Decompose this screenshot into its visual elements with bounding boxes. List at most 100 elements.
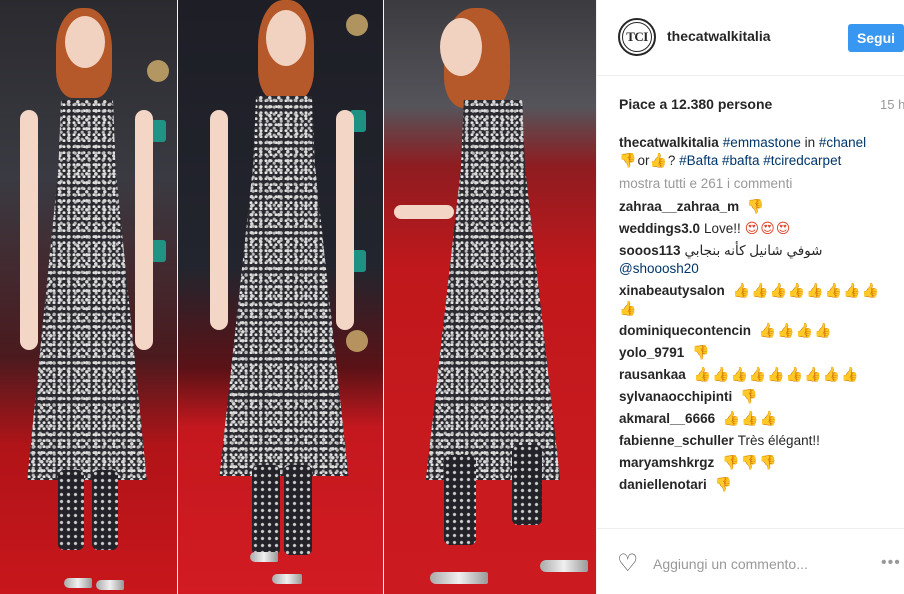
comment-username[interactable]: rausankaa (619, 367, 686, 382)
hashtag-link[interactable]: #chanel (819, 135, 866, 150)
thumbs-up-icon: 👍 (787, 282, 806, 298)
thumbs-up-icon: 👍 (822, 366, 841, 382)
header-username[interactable]: thecatwalkitalia (667, 28, 771, 44)
comment-item: sylvanaocchipinti 👎 (619, 388, 904, 406)
comment-username[interactable]: zahraa__zahraa_m (619, 199, 739, 214)
thumbs-up-icon: 👍 (767, 366, 785, 382)
hashtag-link[interactable]: #Bafta (679, 153, 718, 168)
comment-text: Love!! (704, 221, 741, 236)
comment-item: weddings3.0 Love!! 😍😍😍 (619, 220, 904, 238)
shoe (430, 572, 488, 584)
thumbs-up-icon: 👍 (758, 322, 777, 338)
comment-username[interactable]: daniellenotari (619, 477, 707, 492)
heart-eyes-icon: 😍 (760, 220, 775, 236)
shoe (96, 580, 124, 590)
dress (27, 100, 147, 480)
thumbs-down-icon: 👎 (740, 454, 758, 470)
comment-input[interactable] (653, 552, 863, 576)
thumbs-down-icon: 👎 (722, 454, 740, 470)
comment-text: شوفي شانيل كأنه بنجابي (684, 243, 823, 258)
comment-username[interactable]: dominiquecontencin (619, 323, 751, 338)
face (266, 10, 306, 66)
thumbs-down-icon: 👎 (692, 344, 710, 360)
comment-username[interactable]: maryamshkrgz (619, 455, 714, 470)
thumbs-up-icon: 👍 (843, 282, 861, 298)
thumbs-up-icon: 👍 (785, 366, 804, 382)
comment-item: yolo_9791 👎 (619, 344, 904, 362)
face (65, 16, 105, 68)
comment-username[interactable]: sylvanaocchipinti (619, 389, 732, 404)
comment-username[interactable]: weddings3.0 (619, 221, 700, 236)
more-options-icon[interactable]: ••• (881, 555, 901, 571)
thumbs-up-icon: 👍 (712, 366, 730, 382)
avatar[interactable]: TCI (618, 18, 656, 56)
hashtag-link[interactable]: #tciredcarpet (763, 153, 841, 168)
post-timestamp[interactable]: 15 h (880, 97, 904, 112)
thumbs-up-icon: 👍 (748, 366, 767, 382)
comment-username[interactable]: yolo_9791 (619, 345, 684, 360)
pants (284, 465, 312, 555)
photo-panel-center (178, 0, 384, 594)
arm (394, 205, 454, 219)
view-all-comments-link[interactable]: mostra tutti e 261 i commenti (619, 175, 904, 193)
comment-text: Très élégant!! (737, 433, 820, 448)
avatar-logo: TCI (622, 22, 652, 52)
thumbs-up-icon: 👍 (804, 366, 822, 382)
photo-panel-side (384, 0, 596, 594)
hashtag-link[interactable]: #bafta (722, 153, 760, 168)
thumbs-up-icon: 👍 (777, 322, 795, 338)
comment-username[interactable]: sooos113 (619, 243, 681, 258)
comment-item: fabienne_schuller Très élégant!! (619, 432, 904, 450)
comment-item: zahraa__zahraa_m 👎 (619, 198, 904, 216)
comment-item: dominiquecontencin 👍👍👍👍 (619, 322, 904, 340)
hashtag-link[interactable]: #emmastone (723, 135, 801, 150)
thumbs-up-icon: 👍 (732, 282, 750, 298)
comment-item: akmaral__6666 👍👍👍 (619, 410, 904, 428)
thumbs-up-icon: 👍 (693, 366, 711, 382)
thumbs-up-icon: 👍 (814, 322, 832, 338)
caption-username[interactable]: thecatwalkitalia (619, 135, 719, 150)
follow-button[interactable]: Segui (848, 24, 904, 52)
post-details-panel: TCI thecatwalkitalia Segui Piace a 12.38… (596, 0, 904, 594)
arm (135, 110, 153, 350)
arm (336, 110, 354, 330)
comment-bar: ♡ ••• (597, 528, 904, 594)
thumbs-up-icon: 👍 (741, 410, 759, 426)
thumbs-down-icon: 👎 (746, 198, 765, 214)
shoe (540, 560, 588, 572)
comment-username[interactable]: akmaral__6666 (619, 411, 715, 426)
thumbs-up-icon: 👍 (619, 300, 637, 316)
caption-text: or (637, 153, 650, 168)
arm (20, 110, 38, 350)
caption-text: ? (667, 153, 676, 168)
comment-item: daniellenotari 👎 (619, 476, 904, 494)
backdrop-mask (147, 60, 169, 82)
thumbs-up-icon: 👍 (861, 282, 880, 298)
dress (219, 96, 349, 476)
dress (425, 100, 561, 480)
post-header: TCI thecatwalkitalia Segui (597, 0, 904, 76)
thumbs-up-icon: 👍 (824, 282, 843, 298)
comment-username[interactable]: fabienne_schuller (619, 433, 734, 448)
thumbs-up-icon: 👍 (751, 282, 769, 298)
thumbs-up-icon: 👍 (722, 410, 741, 426)
thumbs-up-icon: 👍 (795, 322, 814, 338)
shoe (250, 552, 278, 562)
mention-link[interactable]: @shooosh20 (619, 261, 699, 276)
post-photo[interactable] (0, 0, 596, 594)
face (440, 18, 482, 76)
thumbs-up-icon: 👍 (649, 152, 667, 168)
caption-text: in (804, 135, 816, 150)
arm (210, 110, 228, 330)
comment-username[interactable]: xinabeautysalon (619, 283, 725, 298)
comment-item: sooos113 شوفي شانيل كأنه بنجابي @shooosh2… (619, 242, 904, 278)
thumbs-down-icon: 👎 (619, 152, 637, 168)
heart-eyes-icon: 😍 (744, 220, 760, 236)
shoe (64, 578, 92, 588)
heart-eyes-icon: 😍 (775, 220, 791, 236)
likes-count[interactable]: Piace a 12.380 persone (619, 96, 772, 112)
heart-outline-icon[interactable]: ♡ (617, 552, 641, 576)
comments-list: thecatwalkitalia #emmastone in #chanel 👎o… (619, 134, 904, 528)
shoe (272, 574, 302, 584)
thumbs-up-icon: 👍 (841, 366, 859, 382)
